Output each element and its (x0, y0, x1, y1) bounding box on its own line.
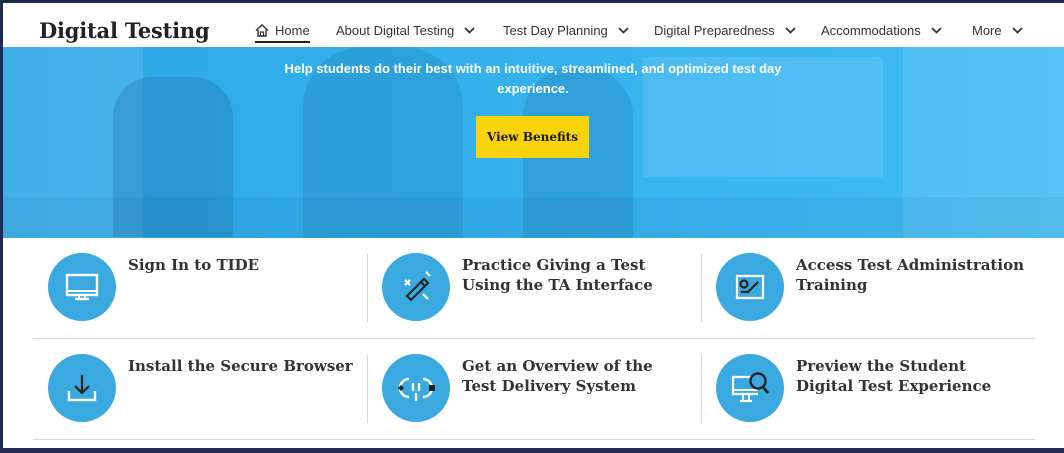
nav-label-home: Home (275, 23, 310, 38)
page-frame: Digital Testing Home About Digital Testi… (0, 0, 1064, 453)
main-nav: Home About Digital Testing Test Day Plan… (3, 23, 1064, 47)
row-divider (33, 338, 1035, 339)
chevron-down-icon (618, 25, 629, 37)
card-access-test-administration-training[interactable]: Access Test Administration Training (701, 238, 1035, 338)
nav-label-more: More (972, 23, 1002, 38)
card-preview-student-digital-test[interactable]: Preview the Student Digital Test Experie… (701, 339, 1035, 439)
hero-text: Help students do their best with an intu… (284, 61, 782, 96)
nav-item-digital-preparedness[interactable]: Digital Preparedness (654, 23, 796, 38)
view-benefits-button[interactable]: View Benefits (476, 116, 589, 158)
chevron-down-icon (464, 25, 475, 37)
card-label: Get an Overview of the Test Delivery Sys… (462, 357, 653, 395)
card-label: Practice Giving a Test Using the TA Inte… (462, 256, 653, 294)
nav-label-test-day: Test Day Planning (503, 23, 608, 38)
training-board-icon (716, 253, 784, 321)
card-divider (367, 355, 368, 423)
card-label: Preview the Student Digital Test Experie… (796, 357, 992, 395)
home-icon (255, 24, 269, 37)
quick-links-grid: Sign In to TIDE Practice Giving a Test U… (3, 238, 1064, 450)
nav-item-accommodations[interactable]: Accommodations (821, 23, 942, 38)
nav-item-more[interactable]: More (972, 23, 1023, 38)
card-divider (367, 254, 368, 322)
pencil-edit-icon (382, 253, 450, 321)
monitor-search-icon (716, 354, 784, 422)
card-sign-in-to-tide[interactable]: Sign In to TIDE (33, 238, 367, 338)
download-icon (48, 354, 116, 422)
site-header: Digital Testing Home About Digital Testi… (3, 3, 1064, 47)
nav-item-about-digital-testing[interactable]: About Digital Testing (336, 23, 475, 38)
chevron-down-icon (1011, 25, 1023, 37)
nav-label-accommodations: Accommodations (821, 23, 921, 38)
card-label: Install the Secure Browser (128, 357, 353, 375)
card-install-the-secure-browser[interactable]: Install the Secure Browser (33, 339, 367, 439)
card-get-an-overview-of-tds[interactable]: Get an Overview of the Test Delivery Sys… (367, 339, 701, 439)
nav-item-test-day-planning[interactable]: Test Day Planning (503, 23, 629, 38)
row-divider (33, 439, 1035, 440)
card-practice-giving-a-test[interactable]: Practice Giving a Test Using the TA Inte… (367, 238, 701, 338)
nav-label-preparedness: Digital Preparedness (654, 23, 775, 38)
card-divider (701, 254, 702, 322)
card-divider (701, 355, 702, 423)
hero-background-floor (3, 197, 1064, 238)
card-label: Access Test Administration Training (796, 256, 1024, 294)
nav-label-about: About Digital Testing (336, 23, 455, 38)
hero-banner: Help students do their best with an intu… (3, 47, 1064, 238)
chevron-down-icon (931, 25, 942, 37)
nav-item-home[interactable]: Home (255, 23, 310, 43)
chevron-down-icon (785, 25, 796, 37)
card-label: Sign In to TIDE (128, 256, 260, 274)
monitor-icon (48, 253, 116, 321)
plug-connection-icon (382, 354, 450, 422)
